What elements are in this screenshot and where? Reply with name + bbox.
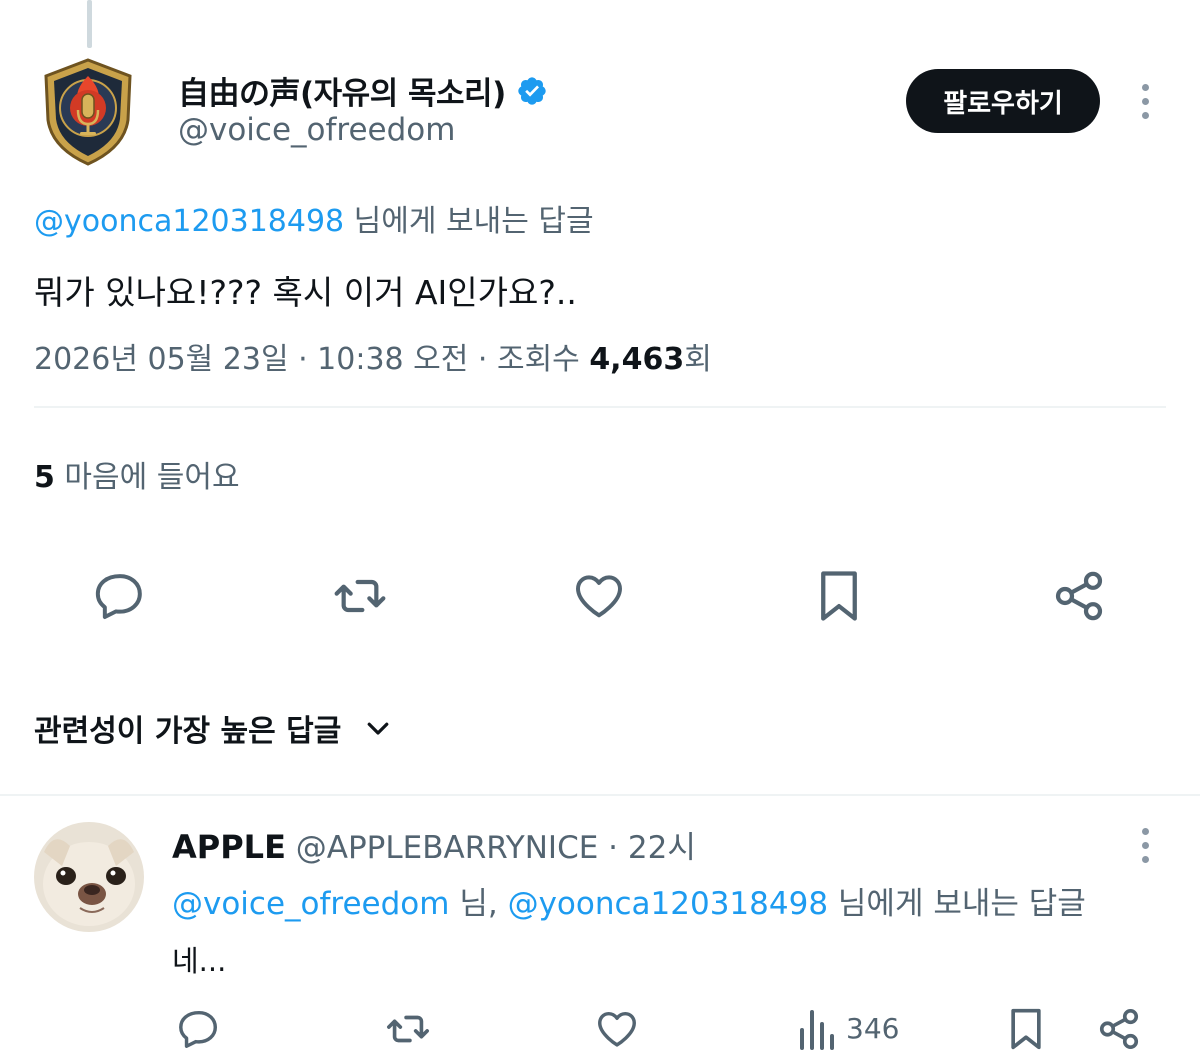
bookmark-button[interactable]	[812, 566, 866, 626]
reply-avatar[interactable]	[34, 822, 144, 932]
like-icon	[576, 575, 622, 618]
reply-icon	[179, 1010, 218, 1048]
reply-icon	[95, 574, 142, 619]
likes-count: 5	[34, 460, 55, 495]
divider	[34, 406, 1166, 408]
mention-link[interactable]: @voice_ofreedom	[172, 886, 449, 922]
share-icon	[1099, 1008, 1139, 1050]
bookmark-icon	[821, 571, 857, 621]
reply-sort-dropdown[interactable]: 관련성이 가장 높은 답글	[34, 706, 393, 750]
views-count: 4,463	[589, 342, 685, 377]
reply-to-line: @voice_ofreedom 님, @yoonca120318498 님에게 …	[172, 878, 1086, 923]
author-name-row: 自由の声(자유의 목소리)	[178, 68, 548, 113]
retweet-icon	[387, 1015, 429, 1043]
avatar[interactable]	[40, 56, 136, 168]
views-suffix: 회	[684, 342, 712, 377]
divider	[0, 794, 1200, 796]
share-button[interactable]	[1096, 1006, 1142, 1052]
like-button[interactable]	[594, 1006, 640, 1052]
reply-time[interactable]: · 22시	[598, 830, 696, 866]
likes-label: 마음에 들어요	[54, 460, 240, 495]
tweet-text: 뭐가 있나요!??? 혹시 이거 AI인가요?..	[34, 273, 577, 312]
like-icon	[598, 1011, 636, 1047]
verified-icon	[518, 76, 546, 105]
retweet-button[interactable]	[383, 1006, 433, 1052]
more-icon[interactable]	[1139, 828, 1151, 863]
reply-header: APPLE @APPLEBARRYNICE · 22시	[172, 822, 696, 867]
bookmark-icon	[1011, 1008, 1041, 1050]
reply-button[interactable]	[92, 568, 148, 624]
reply-to-suffix: 님에게 보내는 답글	[828, 886, 1086, 922]
views-icon	[800, 1010, 834, 1050]
likes-summary[interactable]: 5 마음에 들어요	[34, 452, 240, 496]
mention-link[interactable]: @yoonca120318498	[34, 204, 344, 239]
reply-handle[interactable]: @APPLEBARRYNICE	[296, 830, 599, 866]
bookmark-button[interactable]	[1004, 1004, 1048, 1054]
retweet-icon	[334, 579, 386, 613]
follow-button[interactable]: 팔로우하기	[906, 69, 1100, 133]
reply-views-count: 346	[846, 1011, 900, 1045]
tweet-meta: 2026년 05월 23일 · 10:38 오전 · 조회수 4,463회	[34, 334, 712, 378]
tweet-datetime[interactable]: 2026년 05월 23일 · 10:38 오전 · 조회수	[34, 342, 589, 377]
sort-label: 관련성이 가장 높은 답글	[34, 714, 342, 749]
share-icon	[1055, 571, 1103, 621]
retweet-button[interactable]	[330, 568, 390, 624]
like-button[interactable]	[571, 568, 627, 624]
share-button[interactable]	[1051, 568, 1107, 624]
reply-display-name[interactable]: APPLE	[172, 828, 286, 866]
reply-text: 네...	[172, 944, 227, 978]
author-display-name[interactable]: 自由の声(자유의 목소리)	[178, 68, 506, 113]
reply-to-line: @yoonca120318498 님에게 보내는 답글	[34, 196, 594, 240]
chevron-down-icon	[367, 722, 389, 735]
thread-line	[87, 0, 92, 48]
views-button[interactable]: 346	[796, 1006, 899, 1050]
reply-to-suffix: 님에게 보내는 답글	[344, 204, 594, 239]
reply-to-mid: 님,	[449, 886, 508, 922]
reply-button[interactable]	[176, 1006, 222, 1052]
more-icon[interactable]	[1139, 84, 1151, 119]
author-handle[interactable]: @voice_ofreedom	[178, 112, 455, 148]
mention-link[interactable]: @yoonca120318498	[508, 886, 828, 922]
